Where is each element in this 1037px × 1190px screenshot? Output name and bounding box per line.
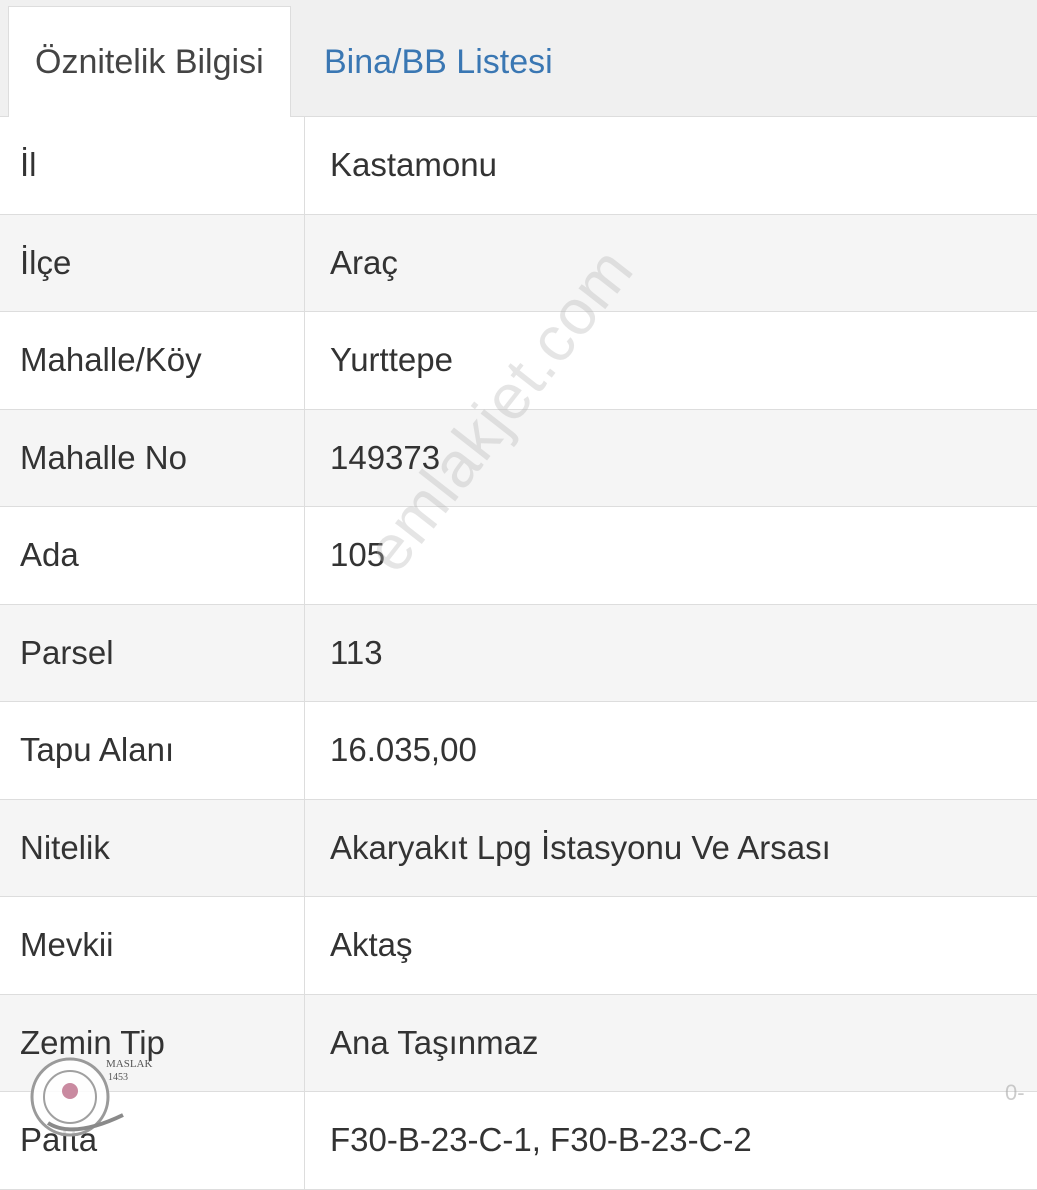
tab-label: Bina/BB Listesi <box>324 42 553 81</box>
table-row: Ada 105 <box>0 507 1037 605</box>
row-label: Parsel <box>0 604 305 701</box>
table-row: Parsel 113 <box>0 604 1037 702</box>
row-value: 149373 <box>330 438 441 476</box>
row-value: 16.035,00 <box>330 731 477 769</box>
table-row: Mevkii Aktaş <box>0 897 1037 995</box>
row-label: Zemin Tip <box>0 994 305 1091</box>
row-label: Pafta <box>0 1092 305 1189</box>
table-row: Pafta F30-B-23-C-1, F30-B-23-C-2 <box>0 1092 1037 1190</box>
row-value: Ana Taşınmaz <box>330 1023 539 1061</box>
tab-oznitelik-bilgisi[interactable]: Öznitelik Bilgisi <box>8 6 291 118</box>
tab-bar: Öznitelik Bilgisi Bina/BB Listesi <box>0 0 1037 118</box>
row-value: 105 <box>330 536 386 574</box>
row-label: Mahalle/Köy <box>0 312 305 409</box>
row-value: F30-B-23-C-1, F30-B-23-C-2 <box>330 1121 752 1159</box>
row-label: Mevkii <box>0 897 305 994</box>
row-label: Tapu Alanı <box>0 702 305 799</box>
table-row: İl Kastamonu <box>0 117 1037 215</box>
tab-bina-bb-listesi[interactable]: Bina/BB Listesi <box>298 6 658 118</box>
table-row: Nitelik Akaryakıt Lpg İstasyonu Ve Arsas… <box>0 799 1037 897</box>
row-label: İlçe <box>0 214 305 311</box>
attribute-table: İl Kastamonu İlçe Araç Mahalle/Köy Yurtt… <box>0 117 1037 1190</box>
row-value: Akaryakıt Lpg İstasyonu Ve Arsası <box>330 828 831 866</box>
table-row: Mahalle No 149373 <box>0 409 1037 507</box>
row-label: Mahalle No <box>0 409 305 506</box>
table-row: Mahalle/Köy Yurttepe <box>0 312 1037 410</box>
row-value: Aktaş <box>330 926 413 964</box>
row-label: Nitelik <box>0 799 305 896</box>
row-value: 113 <box>330 633 383 671</box>
table-row: Tapu Alanı 16.035,00 <box>0 702 1037 800</box>
tab-label: Öznitelik Bilgisi <box>35 42 264 81</box>
row-value: Yurttepe <box>330 341 453 379</box>
table-row: Zemin Tip Ana Taşınmaz <box>0 994 1037 1092</box>
table-row: İlçe Araç <box>0 214 1037 312</box>
row-label: İl <box>0 117 305 214</box>
row-label: Ada <box>0 507 305 604</box>
row-value: Araç <box>330 243 398 281</box>
row-value: Kastamonu <box>330 146 497 184</box>
